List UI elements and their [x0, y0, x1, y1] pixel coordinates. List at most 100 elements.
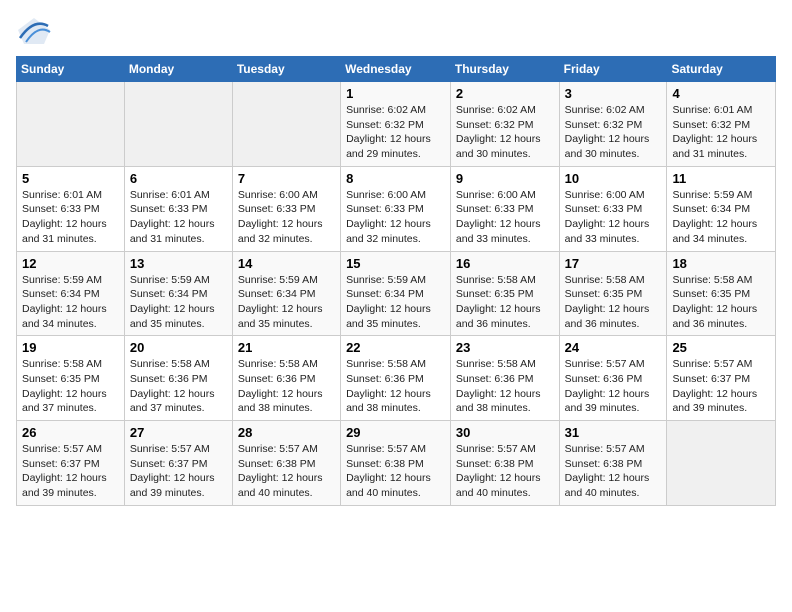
day-number: 21: [238, 340, 335, 355]
day-number: 25: [672, 340, 770, 355]
day-info: Sunrise: 6:01 AM Sunset: 6:32 PM Dayligh…: [672, 103, 770, 162]
calendar-table: SundayMondayTuesdayWednesdayThursdayFrid…: [16, 56, 776, 506]
weekday-header: Sunday: [17, 57, 125, 82]
day-number: 8: [346, 171, 445, 186]
day-info: Sunrise: 5:57 AM Sunset: 6:38 PM Dayligh…: [565, 442, 662, 501]
day-info: Sunrise: 6:00 AM Sunset: 6:33 PM Dayligh…: [346, 188, 445, 247]
weekday-header: Thursday: [450, 57, 559, 82]
calendar-day-cell: [124, 82, 232, 167]
day-info: Sunrise: 5:58 AM Sunset: 6:36 PM Dayligh…: [456, 357, 554, 416]
calendar-day-cell: 9 Sunrise: 6:00 AM Sunset: 6:33 PM Daylig…: [450, 166, 559, 251]
day-info: Sunrise: 5:58 AM Sunset: 6:36 PM Dayligh…: [130, 357, 227, 416]
day-info: Sunrise: 6:01 AM Sunset: 6:33 PM Dayligh…: [22, 188, 119, 247]
calendar-day-cell: 24 Sunrise: 5:57 AM Sunset: 6:36 PM Dayli…: [559, 336, 667, 421]
calendar-day-cell: 1 Sunrise: 6:02 AM Sunset: 6:32 PM Daylig…: [341, 82, 451, 167]
day-info: Sunrise: 5:59 AM Sunset: 6:34 PM Dayligh…: [346, 273, 445, 332]
calendar-day-cell: 27 Sunrise: 5:57 AM Sunset: 6:37 PM Dayli…: [124, 421, 232, 506]
calendar-header-row: SundayMondayTuesdayWednesdayThursdayFrid…: [17, 57, 776, 82]
calendar-day-cell: 8 Sunrise: 6:00 AM Sunset: 6:33 PM Daylig…: [341, 166, 451, 251]
calendar-day-cell: 21 Sunrise: 5:58 AM Sunset: 6:36 PM Dayli…: [232, 336, 340, 421]
weekday-header: Tuesday: [232, 57, 340, 82]
day-info: Sunrise: 5:57 AM Sunset: 6:36 PM Dayligh…: [565, 357, 662, 416]
day-number: 20: [130, 340, 227, 355]
day-number: 23: [456, 340, 554, 355]
day-info: Sunrise: 5:57 AM Sunset: 6:37 PM Dayligh…: [672, 357, 770, 416]
calendar-day-cell: 11 Sunrise: 5:59 AM Sunset: 6:34 PM Dayli…: [667, 166, 776, 251]
calendar-week-row: 1 Sunrise: 6:02 AM Sunset: 6:32 PM Daylig…: [17, 82, 776, 167]
page-header: [16, 16, 776, 46]
day-info: Sunrise: 5:57 AM Sunset: 6:37 PM Dayligh…: [130, 442, 227, 501]
day-number: 18: [672, 256, 770, 271]
calendar-day-cell: 7Sunrise: 6:00 AM Sunset: 6:33 PM Daylig…: [232, 166, 340, 251]
day-number: 26: [22, 425, 119, 440]
day-info: Sunrise: 5:58 AM Sunset: 6:35 PM Dayligh…: [672, 273, 770, 332]
calendar-day-cell: 12Sunrise: 5:59 AM Sunset: 6:34 PM Dayli…: [17, 251, 125, 336]
day-number: 13: [130, 256, 227, 271]
weekday-header: Wednesday: [341, 57, 451, 82]
calendar-day-cell: 5 Sunrise: 6:01 AM Sunset: 6:33 PM Daylig…: [17, 166, 125, 251]
day-info: Sunrise: 6:02 AM Sunset: 6:32 PM Dayligh…: [346, 103, 445, 162]
day-number: 24: [565, 340, 662, 355]
day-info: Sunrise: 6:00 AM Sunset: 6:33 PM Dayligh…: [565, 188, 662, 247]
day-info: Sunrise: 5:57 AM Sunset: 6:38 PM Dayligh…: [238, 442, 335, 501]
day-info: Sunrise: 6:00 AM Sunset: 6:33 PM Dayligh…: [456, 188, 554, 247]
weekday-header: Saturday: [667, 57, 776, 82]
calendar-day-cell: 10Sunrise: 6:00 AM Sunset: 6:33 PM Dayli…: [559, 166, 667, 251]
calendar-day-cell: 16 Sunrise: 5:58 AM Sunset: 6:35 PM Dayli…: [450, 251, 559, 336]
calendar-day-cell: 17 Sunrise: 5:58 AM Sunset: 6:35 PM Dayli…: [559, 251, 667, 336]
day-info: Sunrise: 5:58 AM Sunset: 6:35 PM Dayligh…: [456, 273, 554, 332]
logo: [16, 16, 56, 46]
day-info: Sunrise: 5:58 AM Sunset: 6:36 PM Dayligh…: [346, 357, 445, 416]
day-info: Sunrise: 5:58 AM Sunset: 6:35 PM Dayligh…: [565, 273, 662, 332]
calendar-day-cell: 23 Sunrise: 5:58 AM Sunset: 6:36 PM Dayli…: [450, 336, 559, 421]
day-number: 30: [456, 425, 554, 440]
day-info: Sunrise: 5:59 AM Sunset: 6:34 PM Dayligh…: [672, 188, 770, 247]
calendar-day-cell: 22 Sunrise: 5:58 AM Sunset: 6:36 PM Dayli…: [341, 336, 451, 421]
day-number: 15: [346, 256, 445, 271]
calendar-day-cell: 28 Sunrise: 5:57 AM Sunset: 6:38 PM Dayli…: [232, 421, 340, 506]
day-info: Sunrise: 6:02 AM Sunset: 6:32 PM Dayligh…: [565, 103, 662, 162]
day-number: 27: [130, 425, 227, 440]
day-number: 14: [238, 256, 335, 271]
day-info: Sunrise: 5:57 AM Sunset: 6:38 PM Dayligh…: [456, 442, 554, 501]
day-number: 17: [565, 256, 662, 271]
calendar-day-cell: 13Sunrise: 5:59 AM Sunset: 6:34 PM Dayli…: [124, 251, 232, 336]
day-number: 3: [565, 86, 662, 101]
calendar-day-cell: 20 Sunrise: 5:58 AM Sunset: 6:36 PM Dayli…: [124, 336, 232, 421]
calendar-day-cell: [17, 82, 125, 167]
day-number: 9: [456, 171, 554, 186]
day-number: 22: [346, 340, 445, 355]
day-number: 19: [22, 340, 119, 355]
day-info: Sunrise: 5:57 AM Sunset: 6:38 PM Dayligh…: [346, 442, 445, 501]
day-number: 1: [346, 86, 445, 101]
day-number: 29: [346, 425, 445, 440]
day-info: Sunrise: 5:59 AM Sunset: 6:34 PM Dayligh…: [238, 273, 335, 332]
calendar-week-row: 19 Sunrise: 5:58 AM Sunset: 6:35 PM Dayli…: [17, 336, 776, 421]
day-number: 28: [238, 425, 335, 440]
day-number: 31: [565, 425, 662, 440]
day-info: Sunrise: 5:57 AM Sunset: 6:37 PM Dayligh…: [22, 442, 119, 501]
calendar-week-row: 12Sunrise: 5:59 AM Sunset: 6:34 PM Dayli…: [17, 251, 776, 336]
day-info: Sunrise: 6:00 AM Sunset: 6:33 PM Dayligh…: [238, 188, 335, 247]
calendar-day-cell: 2Sunrise: 6:02 AM Sunset: 6:32 PM Daylig…: [450, 82, 559, 167]
day-number: 11: [672, 171, 770, 186]
day-info: Sunrise: 5:58 AM Sunset: 6:36 PM Dayligh…: [238, 357, 335, 416]
calendar-day-cell: 30 Sunrise: 5:57 AM Sunset: 6:38 PM Dayli…: [450, 421, 559, 506]
calendar-day-cell: [232, 82, 340, 167]
day-number: 5: [22, 171, 119, 186]
calendar-day-cell: 25 Sunrise: 5:57 AM Sunset: 6:37 PM Dayli…: [667, 336, 776, 421]
day-number: 16: [456, 256, 554, 271]
day-info: Sunrise: 5:58 AM Sunset: 6:35 PM Dayligh…: [22, 357, 119, 416]
day-number: 4: [672, 86, 770, 101]
weekday-header: Friday: [559, 57, 667, 82]
weekday-header: Monday: [124, 57, 232, 82]
calendar-day-cell: 6Sunrise: 6:01 AM Sunset: 6:33 PM Daylig…: [124, 166, 232, 251]
calendar-day-cell: 4 Sunrise: 6:01 AM Sunset: 6:32 PM Daylig…: [667, 82, 776, 167]
day-info: Sunrise: 5:59 AM Sunset: 6:34 PM Dayligh…: [22, 273, 119, 332]
calendar-day-cell: 14 Sunrise: 5:59 AM Sunset: 6:34 PM Dayli…: [232, 251, 340, 336]
calendar-week-row: 5 Sunrise: 6:01 AM Sunset: 6:33 PM Daylig…: [17, 166, 776, 251]
day-number: 6: [130, 171, 227, 186]
calendar-day-cell: 18 Sunrise: 5:58 AM Sunset: 6:35 PM Dayli…: [667, 251, 776, 336]
calendar-day-cell: 3 Sunrise: 6:02 AM Sunset: 6:32 PM Daylig…: [559, 82, 667, 167]
calendar-day-cell: 19 Sunrise: 5:58 AM Sunset: 6:35 PM Dayli…: [17, 336, 125, 421]
